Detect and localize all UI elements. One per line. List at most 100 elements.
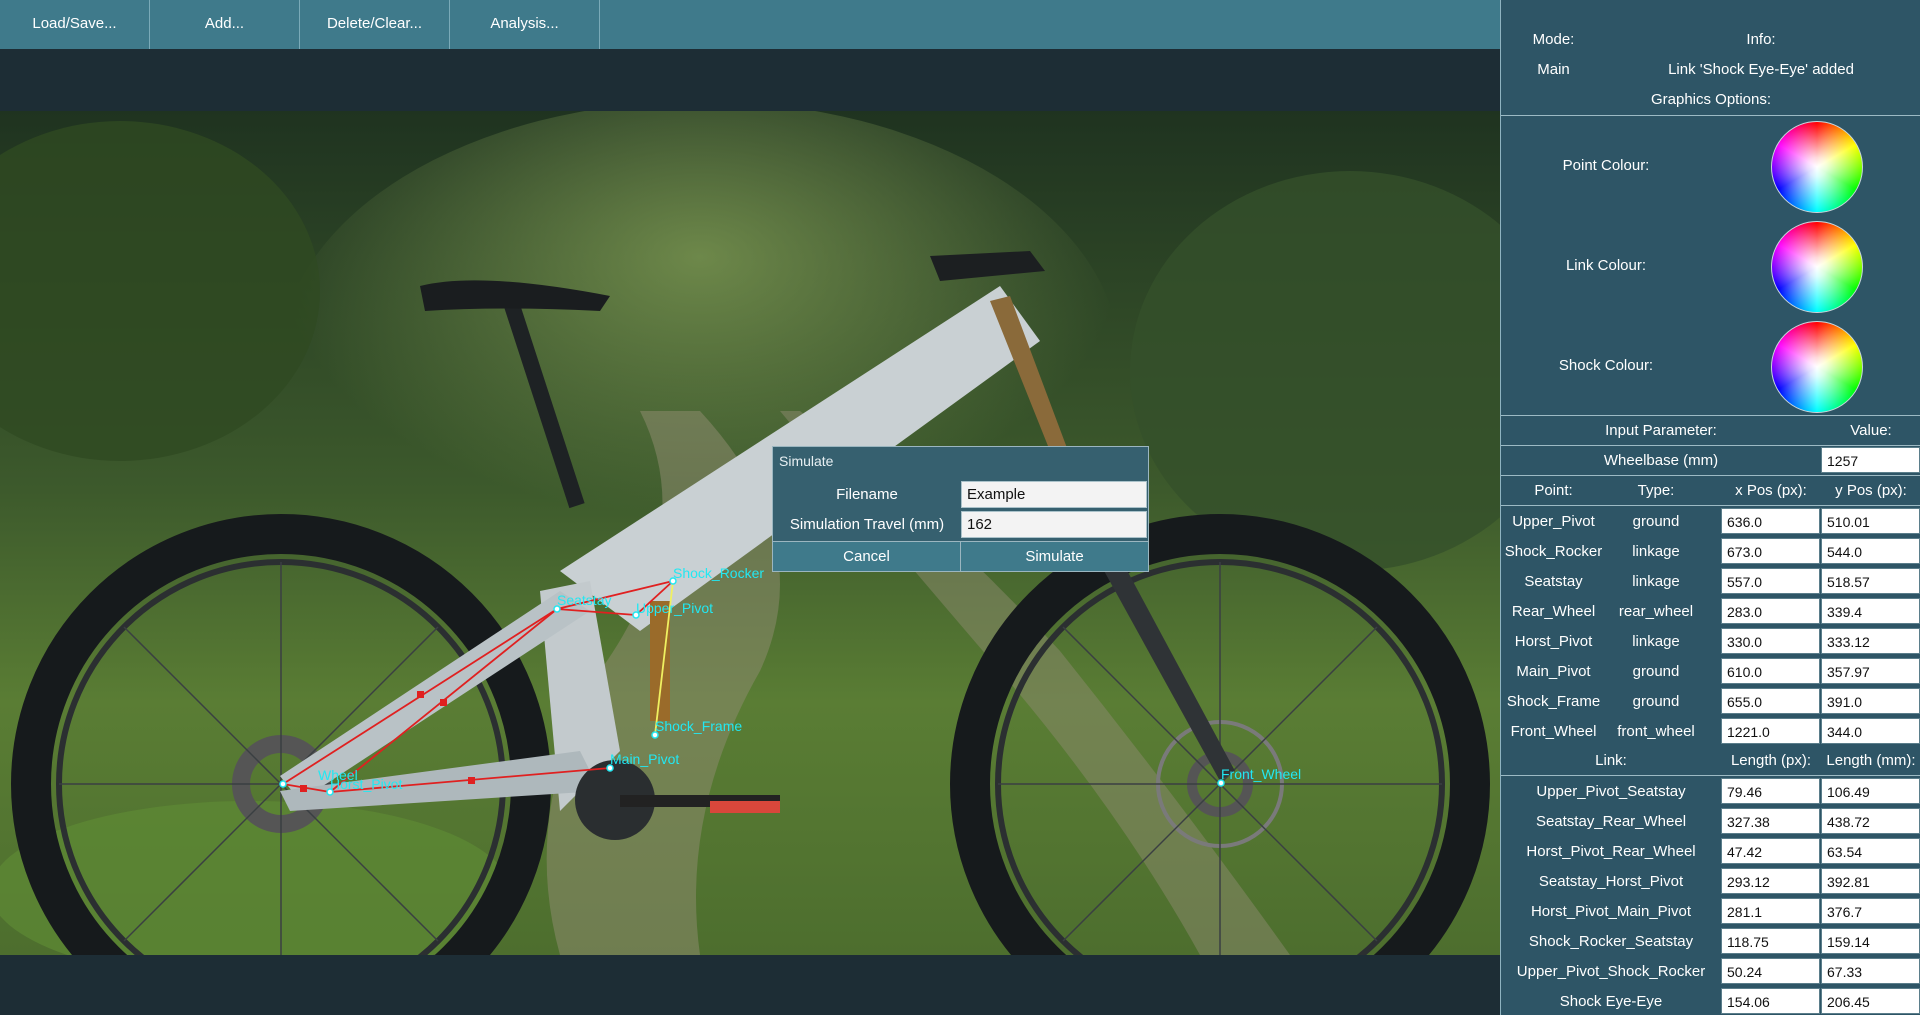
type-col-heading: Type: [1637, 482, 1675, 499]
link-length-px[interactable]: 281.1 [1721, 898, 1820, 924]
mode-label: Mode: [1532, 31, 1575, 48]
point-x-input[interactable]: 1221.0 [1721, 718, 1820, 744]
link-length-mm[interactable]: 106.49 [1821, 778, 1920, 804]
shock-colour-wheel[interactable] [1771, 321, 1863, 413]
divider [1501, 505, 1920, 506]
divider [1501, 115, 1920, 116]
point-x-input[interactable]: 283.0 [1721, 598, 1820, 624]
link-length-mm[interactable]: 376.7 [1821, 898, 1920, 924]
link-colour-wheel[interactable] [1771, 221, 1863, 313]
point-col-heading: Point: [1534, 482, 1573, 499]
label-front-wheel: Front_Wheel [1221, 766, 1301, 782]
filename-label: Filename [836, 486, 898, 503]
length-mm-heading: Length (mm): [1826, 752, 1916, 769]
link-length-px[interactable]: 47.42 [1721, 838, 1820, 864]
point-x-input[interactable]: 655.0 [1721, 688, 1820, 714]
point-type: linkage [1632, 543, 1680, 560]
travel-input[interactable]: 162 [961, 511, 1147, 538]
cancel-button[interactable]: Cancel [773, 541, 961, 571]
info-label: Info: [1746, 31, 1776, 48]
length-px-heading: Length (px): [1730, 752, 1812, 769]
link-length-mm[interactable]: 159.14 [1821, 928, 1920, 954]
wheelbase-label: Wheelbase (mm) [1603, 452, 1719, 469]
bike-canvas[interactable]: Shock_Rocker Seatstay Upper_Pivot Shock_… [0, 111, 1500, 955]
link-colour-label: Link Colour: [1565, 257, 1647, 274]
point-y-input[interactable]: 518.57 [1821, 568, 1920, 594]
input-parameter-heading: Input Parameter: [1605, 422, 1717, 439]
point-x-input[interactable]: 610.0 [1721, 658, 1820, 684]
link-length-mm[interactable]: 206.45 [1821, 988, 1920, 1014]
label-shock-frame: Shock_Frame [655, 718, 742, 734]
divider [1501, 445, 1920, 446]
load-save-button[interactable]: Load/Save... [0, 0, 150, 49]
graphics-options-heading: Graphics Options: [1650, 91, 1772, 108]
link-name: Seatstay_Rear_Wheel [1535, 813, 1687, 830]
divider [1501, 415, 1920, 416]
link-length-px[interactable]: 79.46 [1721, 778, 1820, 804]
point-name: Shock_Frame [1506, 693, 1601, 710]
link-name: Horst_Pivot_Main_Pivot [1530, 903, 1692, 920]
point-colour-wheel[interactable] [1771, 121, 1863, 213]
label-shock-rocker: Shock_Rocker [673, 565, 764, 581]
point-name: Horst_Pivot [1514, 633, 1593, 650]
point-type: ground [1632, 663, 1680, 680]
x-col-heading: x Pos (px): [1735, 482, 1807, 499]
point-type: ground [1632, 693, 1680, 710]
point-name: Rear_Wheel [1511, 603, 1596, 620]
point-y-input[interactable]: 339.4 [1821, 598, 1920, 624]
point-name: Main_Pivot [1516, 663, 1591, 680]
link-length-mm[interactable]: 438.72 [1821, 808, 1920, 834]
link-name: Shock_Rocker_Seatstay [1528, 933, 1694, 950]
link-name: Shock Eye-Eye [1559, 993, 1663, 1010]
point-type: linkage [1632, 633, 1680, 650]
point-name: Seatstay [1524, 573, 1583, 590]
link-length-px[interactable]: 327.38 [1721, 808, 1820, 834]
point-x-input[interactable]: 673.0 [1721, 538, 1820, 564]
label-seatstay: Seatstay [557, 592, 611, 608]
travel-label: Simulation Travel (mm) [789, 516, 945, 533]
point-y-input[interactable]: 510.01 [1821, 508, 1920, 534]
point-type: rear_wheel [1618, 603, 1694, 620]
link-length-px[interactable]: 154.06 [1721, 988, 1820, 1014]
link-length-mm[interactable]: 63.54 [1821, 838, 1920, 864]
link-name: Seatstay_Horst_Pivot [1538, 873, 1684, 890]
point-x-input[interactable]: 557.0 [1721, 568, 1820, 594]
point-x-input[interactable]: 636.0 [1721, 508, 1820, 534]
link-length-mm[interactable]: 392.81 [1821, 868, 1920, 894]
point-x-input[interactable]: 330.0 [1721, 628, 1820, 654]
label-upper-pivot: Upper_Pivot [636, 600, 713, 616]
label-main-pivot: Main_Pivot [610, 751, 679, 767]
analysis-button[interactable]: Analysis... [450, 0, 600, 49]
shock-colour-label: Shock Colour: [1558, 357, 1654, 374]
point-type: linkage [1632, 573, 1680, 590]
link-length-px[interactable]: 293.12 [1721, 868, 1820, 894]
delete-clear-button[interactable]: Delete/Clear... [300, 0, 450, 49]
point-y-input[interactable]: 391.0 [1821, 688, 1920, 714]
simulate-dialog: Simulate Filename Example Simulation Tra… [772, 446, 1149, 572]
link-length-mm[interactable]: 67.33 [1821, 958, 1920, 984]
link-length-px[interactable]: 50.24 [1721, 958, 1820, 984]
point-y-input[interactable]: 344.0 [1821, 718, 1920, 744]
status-strip [0, 955, 1500, 1015]
y-col-heading: y Pos (px): [1835, 482, 1907, 499]
mode-value: Main [1537, 61, 1570, 78]
menu-bar: Load/Save... Add... Delete/Clear... Anal… [0, 0, 1500, 49]
simulate-button[interactable]: Simulate [961, 541, 1148, 571]
point-type: front_wheel [1617, 723, 1695, 740]
info-value: Link 'Shock Eye-Eye' added [1668, 61, 1854, 78]
point-y-input[interactable]: 357.97 [1821, 658, 1920, 684]
point-name: Shock_Rocker [1504, 543, 1603, 560]
add-button[interactable]: Add... [150, 0, 300, 49]
value-heading: Value: [1850, 422, 1892, 439]
wheelbase-input[interactable]: 1257 [1821, 447, 1920, 473]
link-name: Upper_Pivot_Shock_Rocker [1516, 963, 1706, 980]
point-y-input[interactable]: 333.12 [1821, 628, 1920, 654]
filename-input[interactable]: Example [961, 481, 1147, 508]
link-col-heading: Link: [1595, 752, 1627, 769]
dialog-title: Simulate [779, 453, 834, 469]
link-length-px[interactable]: 118.75 [1721, 928, 1820, 954]
link-name: Horst_Pivot_Rear_Wheel [1526, 843, 1696, 860]
point-type: ground [1632, 513, 1680, 530]
point-name: Upper_Pivot [1512, 513, 1595, 530]
point-y-input[interactable]: 544.0 [1821, 538, 1920, 564]
